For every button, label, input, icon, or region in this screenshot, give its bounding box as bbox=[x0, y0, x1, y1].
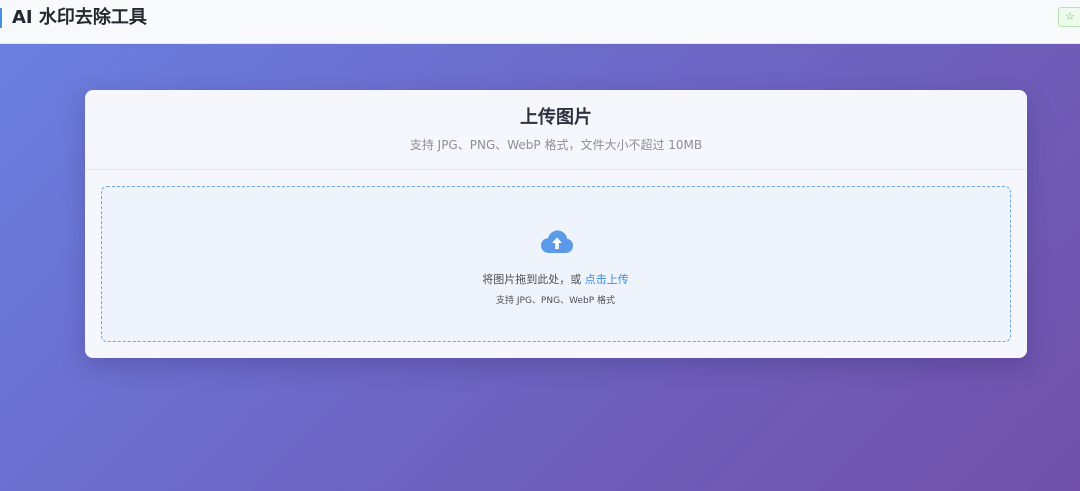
upload-card-title: 上传图片 bbox=[520, 107, 592, 128]
top-bar: AI 水印去除工具 ☆ bbox=[0, 0, 1080, 44]
click-upload-link[interactable]: 点击上传 bbox=[585, 273, 629, 286]
star-button[interactable]: ☆ bbox=[1058, 7, 1080, 27]
star-icon: ☆ bbox=[1065, 10, 1075, 23]
dropzone-format-hint: 支持 JPG、PNG、WebP 格式 bbox=[496, 296, 615, 306]
dropzone-text: 将图片拖到此处，或 点击上传 bbox=[102, 273, 1009, 287]
upload-card-subtitle: 支持 JPG、PNG、WebP 格式，文件大小不超过 10MB bbox=[409, 138, 703, 152]
title-accent-bar bbox=[0, 8, 2, 28]
app-title: AI 水印去除工具 bbox=[12, 7, 147, 28]
drag-instruction: 将图片拖到此处，或 bbox=[482, 273, 585, 286]
upload-dropzone[interactable]: 将图片拖到此处，或 点击上传 支持 JPG、PNG、WebP 格式 bbox=[101, 186, 1011, 342]
upload-card-header: 上传图片 支持 JPG、PNG、WebP 格式，文件大小不超过 10MB bbox=[85, 90, 1027, 170]
main-background: 上传图片 支持 JPG、PNG、WebP 格式，文件大小不超过 10MB 将图片… bbox=[0, 44, 1080, 491]
upload-card: 上传图片 支持 JPG、PNG、WebP 格式，文件大小不超过 10MB 将图片… bbox=[85, 90, 1027, 358]
cloud-upload-icon bbox=[541, 230, 573, 253]
